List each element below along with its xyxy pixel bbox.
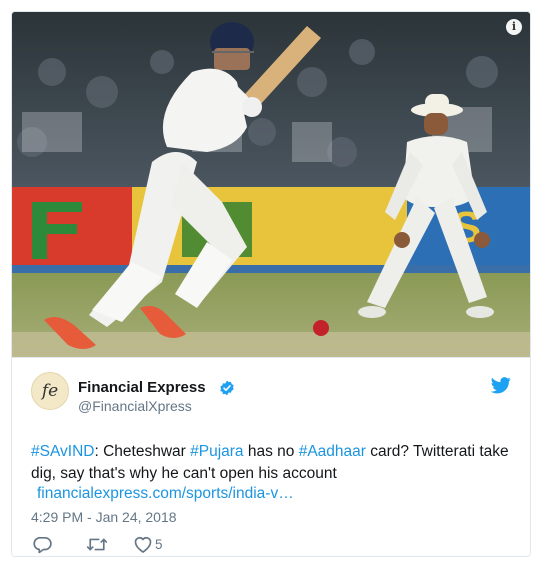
- reply-icon[interactable]: [33, 535, 53, 554]
- article-link[interactable]: financialexpress.com/sports/india-v…: [37, 485, 294, 503]
- tweet-card[interactable]: S i fe Financial Express @FinancialXpres…: [11, 11, 531, 557]
- hashtag-savind[interactable]: #SAvIND: [31, 443, 94, 460]
- tweet-photo[interactable]: S i: [12, 12, 530, 357]
- hashtag-pujara[interactable]: #Pujara: [190, 443, 243, 460]
- retweet-icon[interactable]: [86, 535, 108, 554]
- cricket-photo: S: [12, 12, 530, 357]
- tweet-text: #SAvIND: Cheteshwar #Pujara has no #Aadh…: [31, 441, 511, 485]
- heart-icon[interactable]: [133, 535, 153, 554]
- account-name[interactable]: Financial Express: [78, 379, 206, 396]
- hashtag-aadhaar[interactable]: #Aadhaar: [299, 443, 366, 460]
- tweet-body: fe Financial Express @FinancialXpress #S…: [12, 357, 530, 556]
- tweet-text-part: has no: [243, 443, 299, 460]
- timestamp[interactable]: 4:29 PM - Jan 24, 2018: [31, 509, 177, 525]
- account-handle[interactable]: @FinancialXpress: [78, 398, 192, 414]
- like-count: 5: [155, 537, 163, 552]
- avatar[interactable]: fe: [31, 372, 69, 410]
- verified-badge-icon: [220, 380, 234, 396]
- info-icon[interactable]: i: [506, 19, 522, 35]
- tweet-text-part: : Cheteshwar: [94, 443, 191, 460]
- twitter-bird-icon[interactable]: [491, 377, 511, 394]
